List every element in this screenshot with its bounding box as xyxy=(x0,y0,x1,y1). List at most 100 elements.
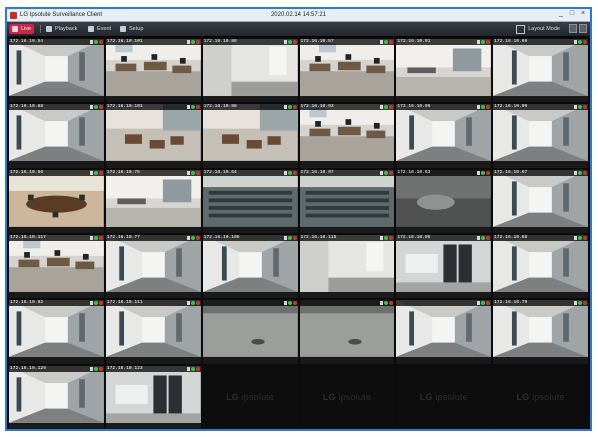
alarm-status-icon xyxy=(195,235,200,240)
connection-status-icon xyxy=(93,235,98,240)
record-status-icon xyxy=(283,170,287,175)
record-status-icon xyxy=(283,40,287,44)
camera-feed-image xyxy=(202,39,298,96)
camera-feed-image xyxy=(105,39,201,96)
close-button[interactable]: × xyxy=(578,10,588,19)
camera-tile-header: 172.16.10.115 xyxy=(299,234,395,241)
camera-tile[interactable]: 172.16.10.67 xyxy=(493,169,588,233)
empty-camera-slot[interactable]: LG ipsolute xyxy=(493,365,588,429)
record-status-icon xyxy=(380,105,384,110)
empty-camera-slot[interactable]: LG ipsolute xyxy=(202,365,298,429)
record-status-icon xyxy=(574,170,577,175)
connection-status-icon xyxy=(287,301,292,306)
camera-tile[interactable]: 172.16.10.93 xyxy=(299,104,395,168)
camera-tile[interactable]: 172.16.10.76 xyxy=(105,169,201,233)
camera-name: 172.16.10.68 xyxy=(494,234,528,240)
camera-tile[interactable]: 172.16.10.79 xyxy=(493,300,588,364)
camera-tile[interactable]: 172.16.10.111 xyxy=(105,300,201,364)
camera-tile[interactable]: 172.16.10.77 xyxy=(105,234,201,299)
tab-setup[interactable]: Setup xyxy=(117,24,146,34)
layout-mode-toggle[interactable]: Layout Mode xyxy=(516,24,560,34)
connection-status-icon xyxy=(93,40,98,44)
tab-playback-label: Playback xyxy=(55,26,78,32)
camera-tile[interactable]: 172.16.10.98 xyxy=(202,104,298,168)
connection-status-icon xyxy=(481,105,486,110)
connection-status-icon xyxy=(93,366,98,371)
camera-tile[interactable] xyxy=(396,300,492,364)
camera-feed-image xyxy=(105,169,201,227)
camera-tile[interactable]: 172.16.10.69 xyxy=(493,39,588,103)
camera-name: 172.16.10.96 xyxy=(397,104,431,110)
camera-tile[interactable]: 172.16.10.86 xyxy=(202,39,298,103)
settings-icon[interactable] xyxy=(579,24,587,33)
camera-tile[interactable]: 172.16.10.117 xyxy=(9,234,104,299)
empty-camera-slot[interactable]: LG ipsolute xyxy=(396,365,492,429)
tab-live[interactable]: Live xyxy=(9,24,35,34)
camera-tile[interactable]: 172.16.10.68 xyxy=(493,234,588,299)
camera-name: 172.16.10.63 xyxy=(397,169,431,175)
camera-tile[interactable] xyxy=(202,300,298,364)
record-status-icon xyxy=(89,40,93,44)
camera-tile[interactable]: 172.16.10.88 xyxy=(9,104,104,168)
camera-name: 172.16.10.86 xyxy=(203,39,237,44)
fullscreen-icon[interactable] xyxy=(569,24,577,33)
connection-status-icon xyxy=(93,170,98,175)
alarm-status-icon xyxy=(389,235,394,240)
camera-tile[interactable]: 172.16.10.99 xyxy=(493,104,588,168)
camera-tile[interactable]: 172.16.10.97 xyxy=(299,169,395,233)
tab-event[interactable]: Event xyxy=(85,24,114,34)
camera-tile[interactable]: 172.16.10.101 xyxy=(105,39,201,103)
camera-feed-image xyxy=(299,169,395,227)
camera-tile[interactable]: 172.16.10.57 xyxy=(299,39,395,103)
camera-tile[interactable]: 172.16.10.96 xyxy=(396,104,492,168)
camera-tile[interactable] xyxy=(299,300,395,364)
record-status-icon xyxy=(89,170,93,175)
connection-status-icon xyxy=(287,105,292,110)
brand-watermark: LG ipsolute xyxy=(225,392,275,403)
camera-tile[interactable]: 172.16.10.115 xyxy=(299,234,395,299)
brand-watermark: LG ipsolute xyxy=(419,392,468,403)
record-status-icon xyxy=(574,40,577,44)
minimize-button[interactable]: _ xyxy=(556,10,566,19)
camera-tile[interactable]: 172.16.10.64 xyxy=(202,169,298,233)
tab-live-label: Live xyxy=(21,26,32,32)
camera-name: 172.16.10.111 xyxy=(106,300,143,306)
maximize-button[interactable]: □ xyxy=(567,10,577,19)
camera-tile[interactable]: 172.16.10.105 xyxy=(202,234,298,299)
camera-tile[interactable]: 172.16.10.129 xyxy=(9,365,104,429)
camera-feed-image xyxy=(299,104,395,162)
event-icon xyxy=(88,26,94,32)
camera-tile-header xyxy=(202,300,298,307)
empty-camera-slot[interactable]: LG ipsolute xyxy=(299,365,395,429)
camera-tile-header: 172.16.10.99 xyxy=(493,104,588,111)
camera-tile-header: 172.16.10.91 xyxy=(396,39,492,45)
camera-name: 172.16.10.101 xyxy=(106,39,143,44)
record-status-icon xyxy=(283,105,287,110)
camera-feed-image xyxy=(493,39,588,96)
alarm-status-icon xyxy=(292,235,297,240)
connection-status-icon xyxy=(190,235,195,240)
camera-tile[interactable]: 172.16.10.66 xyxy=(9,169,104,233)
alarm-status-icon xyxy=(98,366,103,371)
camera-tile-header: 172.16.10.88 xyxy=(9,104,104,111)
checkbox-icon xyxy=(516,24,526,34)
alarm-status-icon xyxy=(389,105,394,110)
tab-playback[interactable]: Playback xyxy=(43,24,80,34)
camera-tile[interactable]: 172.16.10.54 xyxy=(9,39,104,103)
camera-tile[interactable]: 172.16.10.92 xyxy=(9,300,104,364)
connection-status-icon xyxy=(578,105,582,110)
camera-tile[interactable]: 172.16.10.123 xyxy=(105,365,201,429)
tab-event-label: Event xyxy=(97,26,112,32)
alarm-status-icon xyxy=(389,170,394,175)
camera-feed-image xyxy=(9,39,104,96)
camera-name: 172.16.10.88 xyxy=(10,104,44,110)
camera-tile-header xyxy=(396,300,492,307)
camera-tile[interactable]: 172.16.10.101 xyxy=(105,104,201,168)
camera-name: 172.16.10.91 xyxy=(397,39,431,44)
window-title: LG Ipsolute Surveillance Client xyxy=(20,12,103,18)
camera-tile[interactable]: 172.16.10.91 xyxy=(396,39,492,103)
camera-tile[interactable]: 172.16.10.95 xyxy=(396,234,492,299)
camera-tile[interactable]: 172.16.10.63 xyxy=(396,169,492,233)
brand-watermark: LG ipsolute xyxy=(322,392,372,403)
record-status-icon xyxy=(89,366,93,371)
